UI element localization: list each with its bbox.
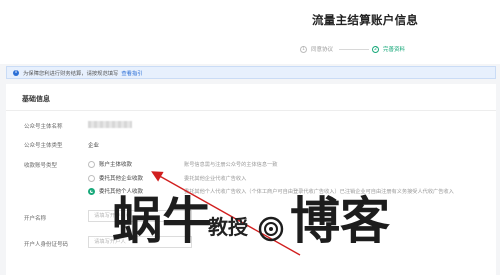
- watermark-text-3: 博客: [290, 192, 390, 250]
- watermark-text-1: 蜗牛: [112, 192, 212, 250]
- watermark-text-2: 教授: [208, 215, 248, 239]
- snail-logo-icon: [258, 216, 284, 242]
- watermark-logo: 蜗牛 教授 博客: [112, 196, 412, 258]
